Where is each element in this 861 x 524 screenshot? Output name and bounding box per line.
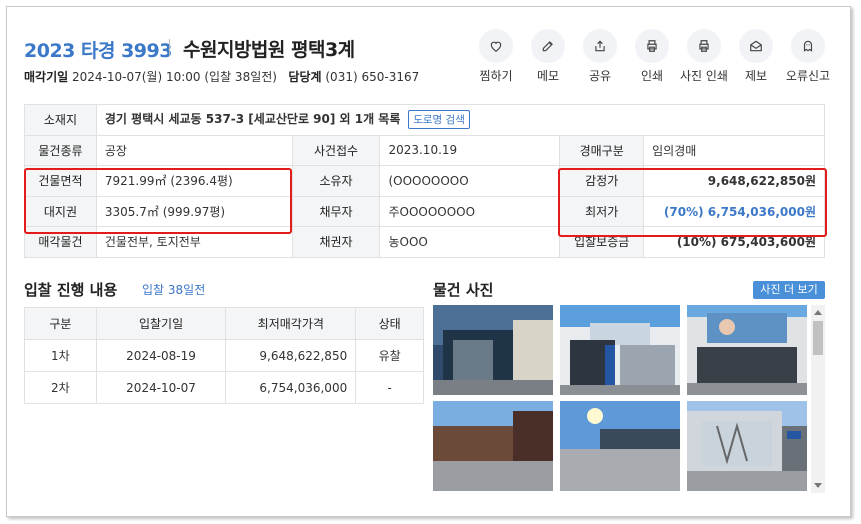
price-cell: 9,648,622,850 — [225, 339, 357, 372]
case-number: 2023 타경 3993 — [24, 40, 172, 62]
land-right-value: 3305.7㎡ (999.97평) — [95, 195, 293, 227]
share-icon — [583, 29, 617, 63]
favorite-button[interactable]: 찜하기 — [466, 29, 526, 84]
error-report-button[interactable]: 오류신고 — [778, 29, 838, 84]
location-label: 소재지 — [24, 104, 97, 136]
court-name: 수원지방법원 평택3계 — [183, 39, 355, 61]
table-row: 1차 2024-08-19 9,648,622,850 유찰 — [24, 339, 424, 372]
sale-date-value: 2024-10-07(월) 10:00 (입찰 38일전) — [72, 70, 277, 84]
sale-info-line: 매각기일 2024-10-07(월) 10:00 (입찰 38일전) 담당계 (… — [24, 68, 419, 85]
heart-icon — [479, 29, 513, 63]
auction-type-label: 경매구분 — [559, 134, 645, 166]
scroll-down-arrow-icon[interactable] — [814, 483, 822, 488]
memo-label: 메모 — [536, 69, 560, 83]
case-received-value: 2023.10.19 — [379, 134, 561, 166]
memo-button[interactable]: 메모 — [518, 29, 578, 84]
owner-label: 소유자 — [291, 165, 381, 197]
location-cell: 경기 평택시 세교동 537-3 [세교산단로 90] 외 1개 목록 도로명 … — [95, 104, 826, 136]
property-photo[interactable] — [560, 401, 680, 491]
action-toolbar: 찜하기 메모 공유 인쇄 사진 인쇄 제보 오류신고 — [474, 29, 844, 85]
min-price-label: 최저가 — [559, 195, 645, 227]
building-area-value: 7921.99㎡ (2396.4평) — [95, 165, 293, 197]
manager-label: 담당계 — [288, 70, 322, 84]
type-value: 공장 — [95, 134, 293, 166]
debtor-value: 주OOOOOOOO — [379, 195, 561, 227]
pencil-icon — [531, 29, 565, 63]
photo-print-label: 사진 인쇄 — [680, 69, 728, 83]
sale-item-value: 건물전부, 토지전부 — [95, 226, 293, 258]
status-cell: 유찰 — [355, 339, 424, 372]
property-photo[interactable] — [687, 401, 807, 491]
printer-icon — [687, 29, 721, 63]
table-row: 건물면적 7921.99㎡ (2396.4평) 소유자 (OOOOOOOO 감정… — [24, 165, 825, 197]
print-button[interactable]: 인쇄 — [622, 29, 682, 84]
scroll-up-arrow-icon[interactable] — [814, 310, 822, 315]
creditor-value: 농OOO — [379, 226, 561, 258]
photo-print-button[interactable]: 사진 인쇄 — [674, 29, 734, 84]
title-divider — [169, 39, 170, 56]
col-header-round: 구분 — [24, 307, 97, 340]
sale-item-label: 매각물건 — [24, 226, 97, 258]
property-photo[interactable] — [433, 401, 553, 491]
type-label: 물건종류 — [24, 134, 97, 166]
photos-section-title: 물건 사진 — [433, 281, 494, 299]
share-label: 공유 — [588, 69, 612, 83]
favorite-label: 찜하기 — [479, 69, 513, 83]
envelope-icon — [739, 29, 773, 63]
col-header-status: 상태 — [355, 307, 424, 340]
building-area-label: 건물면적 — [24, 165, 97, 197]
table-row: 2차 2024-10-07 6,754,036,000 - — [24, 371, 424, 404]
debtor-label: 채무자 — [291, 195, 381, 227]
property-info-table: 소재지 경기 평택시 세교동 537-3 [세교산단로 90] 외 1개 목록 … — [24, 104, 826, 258]
bids-days-left: 입찰 38일전 — [142, 283, 206, 297]
appraisal-label: 감정가 — [559, 165, 645, 197]
auction-type-value: 임의경매 — [643, 134, 825, 166]
price-cell: 6,754,036,000 — [225, 371, 357, 404]
deposit-value: (10%) 675,403,600원 — [643, 226, 825, 258]
photo-scrollbar[interactable] — [811, 305, 825, 493]
error-report-label: 오류신고 — [785, 69, 831, 83]
status-cell: - — [355, 371, 424, 404]
ghost-icon — [791, 29, 825, 63]
date-cell: 2024-10-07 — [95, 371, 227, 404]
photo-gallery — [433, 305, 809, 493]
road-search-button[interactable]: 도로명 검색 — [408, 110, 470, 130]
property-photo[interactable] — [560, 305, 680, 395]
bids-section-title: 입찰 진행 내용 — [24, 281, 118, 299]
report-label: 제보 — [744, 69, 768, 83]
scroll-thumb[interactable] — [813, 321, 823, 355]
more-photos-button[interactable]: 사진 더 보기 — [753, 281, 825, 299]
table-header-row: 구분 입찰기일 최저매각가격 상태 — [24, 307, 424, 340]
owner-value: (OOOOOOOO — [379, 165, 561, 197]
table-row: 대지권 3305.7㎡ (999.97평) 채무자 주OOOOOOOO 최저가 … — [24, 195, 825, 227]
table-row: 매각물건 건물전부, 토지전부 채권자 농OOO 입찰보증금 (10%) 675… — [24, 226, 825, 258]
round-cell: 1차 — [24, 339, 97, 372]
table-row: 물건종류 공장 사건접수 2023.10.19 경매구분 임의경매 — [24, 134, 825, 166]
property-photo[interactable] — [687, 305, 807, 395]
creditor-label: 채권자 — [291, 226, 381, 258]
location-value: 경기 평택시 세교동 537-3 [세교산단로 90] 외 1개 목록 — [104, 112, 401, 127]
deposit-label: 입찰보증금 — [559, 226, 645, 258]
min-price-value: (70%) 6,754,036,000원 — [643, 195, 825, 227]
date-cell: 2024-08-19 — [95, 339, 227, 372]
print-label: 인쇄 — [640, 69, 664, 83]
table-row: 소재지 경기 평택시 세교동 537-3 [세교산단로 90] 외 1개 목록 … — [24, 104, 826, 136]
property-photo[interactable] — [433, 305, 553, 395]
sale-date-label: 매각기일 — [24, 70, 69, 84]
land-right-label: 대지권 — [24, 195, 97, 227]
case-received-label: 사건접수 — [291, 134, 381, 166]
printer-icon — [635, 29, 669, 63]
col-header-date: 입찰기일 — [95, 307, 227, 340]
col-header-min-price: 최저매각가격 — [225, 307, 357, 340]
appraisal-value: 9,648,622,850원 — [643, 165, 825, 197]
manager-phone: (031) 650-3167 — [325, 70, 420, 84]
share-button[interactable]: 공유 — [570, 29, 630, 84]
round-cell: 2차 — [24, 371, 97, 404]
report-button[interactable]: 제보 — [726, 29, 786, 84]
bid-history-table: 구분 입찰기일 최저매각가격 상태 1차 2024-08-19 9,648,62… — [24, 307, 424, 404]
